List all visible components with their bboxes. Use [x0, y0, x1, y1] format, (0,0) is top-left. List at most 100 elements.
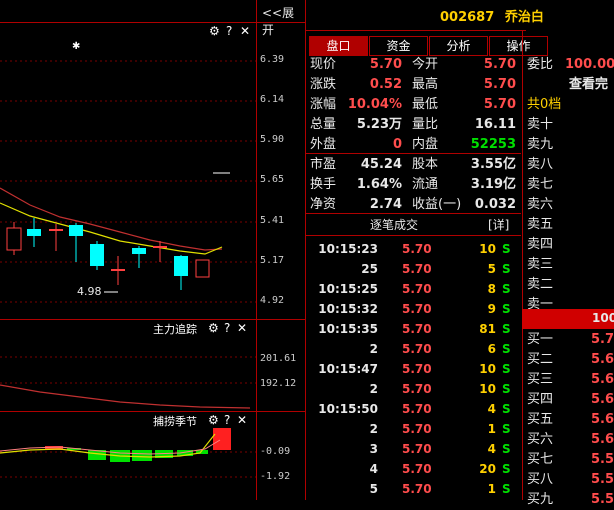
- buy-label: 买六: [527, 432, 554, 447]
- quote-label: 涨幅: [310, 97, 337, 112]
- trade-price: 5.70: [402, 482, 432, 496]
- stock-name: 乔治白: [504, 10, 544, 25]
- price-axis-tick: 5.90: [260, 134, 285, 145]
- trade-direction: S: [502, 342, 511, 356]
- total-row: 共0档: [527, 95, 614, 115]
- quote-label: 量比: [412, 117, 439, 132]
- trade-price: 5.70: [402, 382, 432, 396]
- buy-row: 买六 5.6: [527, 430, 614, 450]
- panel3-chart: [0, 428, 256, 478]
- sell-row: 卖九: [527, 135, 614, 155]
- quote-label: 净资: [310, 197, 337, 212]
- buy-price: 5.6: [591, 352, 614, 367]
- trade-direction: S: [502, 302, 511, 316]
- trade-time: 4: [369, 462, 378, 476]
- tab-fenxi[interactable]: 分析: [429, 36, 488, 56]
- panel2-axis-bottom: 192.12: [260, 378, 297, 389]
- trade-price: 5.70: [402, 442, 432, 456]
- quote-label: 涨跌: [310, 77, 337, 92]
- trade-direction: S: [502, 362, 511, 376]
- quote-label: 流通: [412, 177, 439, 192]
- tab-zijin[interactable]: 资金: [369, 36, 428, 56]
- webi-row: 委比 100.00%: [527, 55, 614, 75]
- candle: [111, 269, 125, 271]
- buy-label: 买一: [527, 332, 554, 347]
- quote-value: 45.24: [360, 157, 402, 172]
- trades-title: 逐笔成交: [370, 218, 419, 232]
- quote-label: 最低: [412, 97, 439, 112]
- buy-row: 买五 5.6: [527, 410, 614, 430]
- price-axis-tick: 5.17: [260, 255, 285, 266]
- trade-row: 2 5.70 10 S: [310, 379, 520, 399]
- trade-row: 10:15:50 5.70 4 S: [310, 399, 520, 419]
- quote-value: 0.032: [474, 197, 516, 212]
- view-all-row[interactable]: 查看完: [527, 75, 614, 95]
- trade-time: 10:15:50: [318, 402, 378, 416]
- trade-time: 2: [369, 342, 378, 356]
- trade-volume: 9: [487, 302, 496, 316]
- sell-row: 卖八: [527, 155, 614, 175]
- trade-time: 10:15:47: [318, 362, 378, 376]
- trade-volume: 1: [487, 482, 496, 496]
- sell-label: 卖五: [527, 217, 554, 232]
- trade-direction: S: [502, 482, 511, 496]
- trade-volume: 4: [487, 402, 496, 416]
- trades-divider: [306, 213, 521, 214]
- tab-pankou[interactable]: 盘口: [309, 36, 368, 56]
- quote-value: 3.55亿: [470, 157, 516, 172]
- panel3-axis-bottom: -1.92: [260, 471, 291, 482]
- trade-price: 5.70: [402, 462, 432, 476]
- quote-label: 外盘: [310, 137, 337, 152]
- tab-caozuo[interactable]: 操作: [489, 36, 548, 56]
- buy-row: 买七 5.5: [527, 450, 614, 470]
- price-axis-tick: 6.39: [260, 54, 285, 65]
- quote-value: 16.11: [474, 117, 516, 132]
- sell-row: 卖六: [527, 195, 614, 215]
- expand-button[interactable]: <<展开: [262, 4, 306, 38]
- quote-value: 0: [392, 137, 402, 152]
- candle: [27, 229, 41, 236]
- trade-price: 5.70: [402, 362, 432, 376]
- header-divider: [306, 30, 526, 31]
- panel3-pink-line: [0, 439, 221, 455]
- trade-volume: 4: [487, 442, 496, 456]
- trades-detail-link[interactable]: [详]: [488, 216, 509, 233]
- quote-label: 换手: [310, 177, 337, 192]
- buy-price: 5.5: [591, 472, 614, 487]
- price-axis-tick: 5.65: [260, 174, 285, 185]
- candle: [69, 225, 83, 236]
- trades-header-divider: [306, 235, 521, 236]
- trade-volume: 81: [479, 322, 496, 336]
- quote-row: 净资 2.74 收益(一) 0.032: [310, 195, 520, 215]
- buy-label: 买二: [527, 352, 554, 367]
- panel3-axis-top: -0.09: [260, 446, 291, 457]
- buy-row: 买二 5.6: [527, 350, 614, 370]
- quote-label: 今开: [412, 57, 439, 72]
- sell-label: 卖二: [527, 277, 554, 292]
- trade-volume: 6: [487, 342, 496, 356]
- buy-price: 5.6: [591, 432, 614, 447]
- panel2-red-line: [0, 384, 251, 409]
- quote-label: 股本: [412, 157, 439, 172]
- chart-area[interactable]: <<展开 ⚙ ? ✕ 6.39 6.14 5.90 5.65 5.41 5.17 4.92 …: [0, 0, 306, 500]
- trade-row: 10:15:32 5.70 9 S: [310, 299, 520, 319]
- sell-label: 卖六: [527, 197, 554, 212]
- trade-row: 10:15:25 5.70 8 S: [310, 279, 520, 299]
- candlestick-chart: ✱: [0, 41, 256, 303]
- trade-time: 2: [369, 422, 378, 436]
- buy-row: 买八 5.5: [527, 470, 614, 490]
- trade-direction: S: [502, 462, 511, 476]
- trade-time: 10:15:35: [318, 322, 378, 336]
- buy-label: 买五: [527, 412, 554, 427]
- trade-time: 10:15:32: [318, 302, 378, 316]
- quote-divider: [306, 153, 521, 154]
- buy-label: 买九: [527, 492, 554, 507]
- panel2-chart: [0, 356, 256, 409]
- trade-time: 25: [361, 262, 378, 276]
- trade-price: 5.70: [402, 322, 432, 336]
- trade-price: 5.70: [402, 342, 432, 356]
- trade-time: 10:15:25: [318, 282, 378, 296]
- trade-row: 10:15:47 5.70 10 S: [310, 359, 520, 379]
- trade-price: 5.70: [402, 422, 432, 436]
- view-all-link[interactable]: 查看完: [569, 75, 608, 95]
